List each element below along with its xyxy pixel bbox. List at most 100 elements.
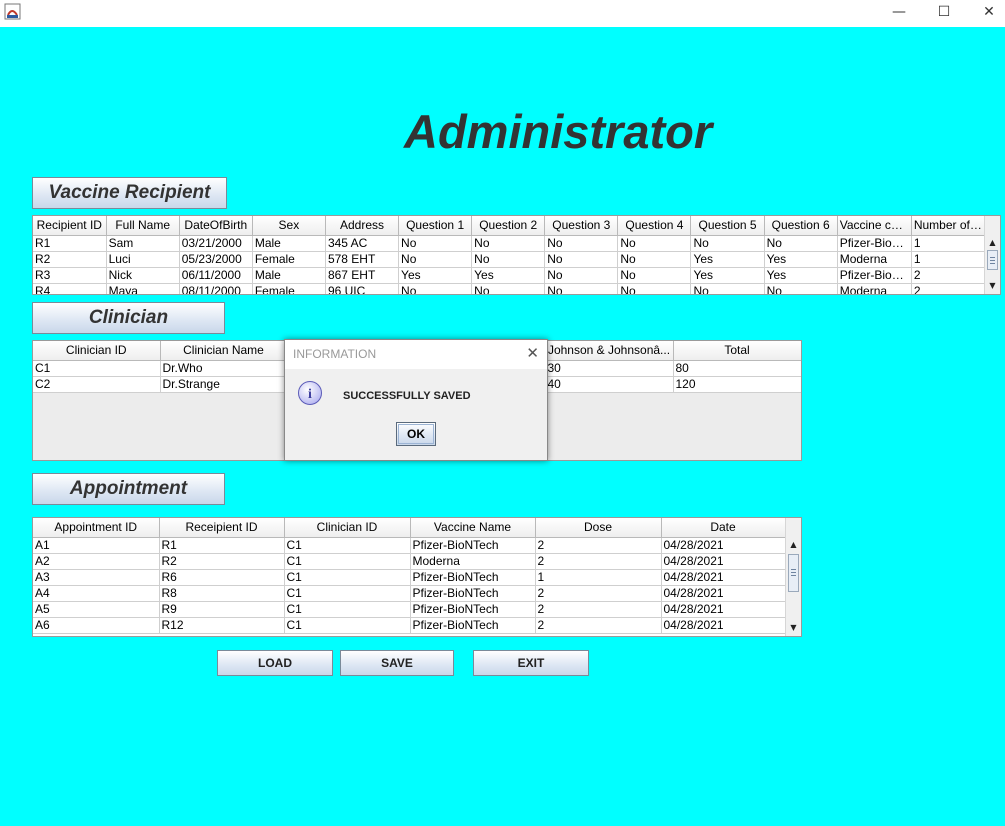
col-header-question-1[interactable]: Question 1 <box>398 216 473 236</box>
table-cell[interactable]: Dr.Strange <box>160 376 288 393</box>
table-cell[interactable]: Moderna <box>410 553 536 570</box>
table-cell[interactable]: 2 <box>535 585 662 602</box>
col-header-question-6[interactable]: Question 6 <box>764 216 838 236</box>
table-cell[interactable]: 2 <box>535 537 662 554</box>
table-row[interactable]: R1 Sam 03/21/2000 Male 345 AC No No No N… <box>33 235 986 252</box>
col-header-clinician-id[interactable]: Clinician ID <box>33 341 161 361</box>
table-cell[interactable]: Sam <box>106 235 180 252</box>
table-cell[interactable]: C1 <box>284 537 411 554</box>
appointment-button[interactable]: Appointment <box>32 473 225 505</box>
table-cell[interactable]: No <box>764 235 838 252</box>
table-cell[interactable]: No <box>617 267 692 284</box>
table-cell[interactable]: Pfizer-BioNTech <box>410 537 536 554</box>
table-cell[interactable]: Yes <box>764 251 838 268</box>
table-row[interactable]: A2 R2 C1 Moderna 2 04/28/2021 <box>33 553 786 570</box>
table-cell[interactable]: C1 <box>284 617 411 634</box>
table-cell[interactable]: Male <box>252 235 326 252</box>
table-cell[interactable]: 867 EHT <box>325 267 400 284</box>
table-cell[interactable]: Yes <box>471 267 546 284</box>
table-cell[interactable]: R9 <box>159 601 285 618</box>
col-header-recipient-id[interactable]: Recipient ID <box>33 216 107 236</box>
col-header-vaccine-name[interactable]: Vaccine Name <box>410 518 536 538</box>
table-cell[interactable]: 578 EHT <box>325 251 400 268</box>
table-cell[interactable]: 1 <box>535 569 662 586</box>
col-header-full-name[interactable]: Full Name <box>106 216 180 236</box>
table-cell[interactable]: 2 <box>911 283 986 294</box>
table-cell[interactable]: Pfizer-BioN... <box>837 267 912 284</box>
table-cell[interactable]: Pfizer-BioNTech <box>410 601 536 618</box>
table-cell[interactable]: Dr.Who <box>160 360 288 377</box>
table-cell[interactable]: C1 <box>284 553 411 570</box>
table-cell[interactable]: No <box>398 235 473 252</box>
col-header-question-2[interactable]: Question 2 <box>471 216 546 236</box>
table-cell[interactable]: No <box>471 283 546 294</box>
table-cell[interactable]: No <box>544 267 619 284</box>
table-cell[interactable]: 1 <box>911 251 986 268</box>
close-window-button[interactable]: ✕ <box>966 0 1005 24</box>
table-cell[interactable]: Yes <box>764 267 838 284</box>
table-cell[interactable]: Moderna <box>837 283 912 294</box>
table-cell[interactable]: Yes <box>398 267 473 284</box>
table-cell[interactable]: No <box>617 235 692 252</box>
table-cell[interactable]: Moderna <box>837 251 912 268</box>
scroll-down-arrow-icon[interactable]: ▼ <box>786 621 801 635</box>
table-cell[interactable]: No <box>764 283 838 294</box>
table-cell[interactable]: No <box>690 235 765 252</box>
col-header-receipient-id[interactable]: Receipient ID <box>159 518 285 538</box>
table-cell[interactable]: 04/28/2021 <box>661 537 786 554</box>
table-cell[interactable]: R6 <box>159 569 285 586</box>
scroll-up-arrow-icon[interactable]: ▲ <box>786 538 801 552</box>
table-cell[interactable]: 04/28/2021 <box>661 617 786 634</box>
dialog-close-icon[interactable]: ✕ <box>526 344 539 362</box>
dialog-ok-button[interactable]: OK <box>396 422 436 446</box>
scroll-thumb[interactable] <box>788 554 799 592</box>
table-cell[interactable]: R12 <box>159 617 285 634</box>
table-cell[interactable]: Pfizer-BioNTech <box>410 585 536 602</box>
table-cell[interactable]: Male <box>252 267 326 284</box>
table-cell[interactable]: 04/28/2021 <box>661 553 786 570</box>
table-cell[interactable]: C1 <box>284 569 411 586</box>
table-cell[interactable]: A6 <box>33 617 160 634</box>
table-cell[interactable]: 06/11/2000 <box>179 267 253 284</box>
table-row[interactable]: R3 Nick 06/11/2000 Male 867 EHT Yes Yes … <box>33 267 986 284</box>
table-cell[interactable]: R8 <box>159 585 285 602</box>
table-cell[interactable]: No <box>544 283 619 294</box>
table-cell[interactable]: No <box>544 251 619 268</box>
table-row[interactable]: A3 R6 C1 Pfizer-BioNTech 1 04/28/2021 <box>33 569 786 586</box>
col-header-date[interactable]: Date <box>661 518 786 538</box>
table-cell[interactable]: No <box>471 251 546 268</box>
save-button[interactable]: SAVE <box>340 650 454 676</box>
table-cell[interactable]: 04/28/2021 <box>661 569 786 586</box>
table-row[interactable]: R2 Luci 05/23/2000 Female 578 EHT No No … <box>33 251 986 268</box>
table-row[interactable]: A4 R8 C1 Pfizer-BioNTech 2 04/28/2021 <box>33 585 786 602</box>
table-cell[interactable]: R4 <box>33 283 107 294</box>
table-cell[interactable]: 30 <box>545 360 674 377</box>
table-cell[interactable]: 04/28/2021 <box>661 585 786 602</box>
table-cell[interactable]: C1 <box>33 360 161 377</box>
table-cell[interactable]: 40 <box>545 376 674 393</box>
table-cell[interactable]: 2 <box>911 267 986 284</box>
table-row[interactable]: R4 Maya 08/11/2000 Female 96 UIC No No N… <box>33 283 986 294</box>
col-header-appointment-id[interactable]: Appointment ID <box>33 518 160 538</box>
col-header-number-of-doses[interactable]: Number of ... <box>911 216 986 236</box>
col-header-sex[interactable]: Sex <box>252 216 326 236</box>
table-cell[interactable]: Yes <box>690 251 765 268</box>
table-cell[interactable]: No <box>617 283 692 294</box>
table-cell[interactable]: No <box>617 251 692 268</box>
col-header-question-5[interactable]: Question 5 <box>690 216 765 236</box>
vaccine-recipient-button[interactable]: Vaccine Recipient <box>32 177 227 209</box>
table-cell[interactable]: Maya <box>106 283 180 294</box>
table-cell[interactable]: A1 <box>33 537 160 554</box>
scroll-thumb[interactable] <box>987 250 998 270</box>
table-cell[interactable]: 03/21/2000 <box>179 235 253 252</box>
table-cell[interactable]: C2 <box>33 376 161 393</box>
clinician-button[interactable]: Clinician <box>32 302 225 334</box>
col-header-clinician-name[interactable]: Clinician Name <box>160 341 288 361</box>
col-header-dose[interactable]: Dose <box>535 518 662 538</box>
col-header-question-4[interactable]: Question 4 <box>617 216 692 236</box>
maximize-button[interactable]: ☐ <box>921 0 967 24</box>
table-cell[interactable]: No <box>471 235 546 252</box>
table-cell[interactable]: R1 <box>33 235 107 252</box>
scroll-down-arrow-icon[interactable]: ▼ <box>985 279 1000 293</box>
table-cell[interactable]: R1 <box>159 537 285 554</box>
